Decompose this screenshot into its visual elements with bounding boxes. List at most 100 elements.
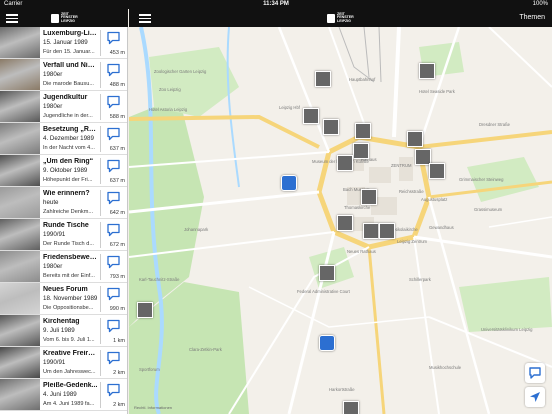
list-item[interactable]: Besetzung „Ru... 4. Dezember 1989 In der N… [0, 123, 127, 155]
list-item[interactable]: Luxemburg-Lie... 15. Januar 1989 Für den 1… [0, 27, 127, 59]
battery-label: 100% [532, 1, 548, 7]
entry-distance: 990 m [109, 306, 125, 312]
list-item[interactable]: Wie erinnern? heute Zahlreiche Denkm... 642… [0, 187, 127, 219]
speech-bubble-icon[interactable] [106, 319, 121, 333]
map-label: Harkortstraße [329, 387, 355, 392]
entry-thumbnail [0, 219, 40, 250]
map-label: Schillerpark [409, 277, 431, 282]
legal-info-link[interactable]: Rechtl. Informationen [134, 405, 172, 410]
map-pin[interactable] [429, 163, 445, 179]
map-pin[interactable] [361, 189, 377, 205]
list-item[interactable]: Runde Tische 1990/91 Der Runde Tisch d... 6… [0, 219, 127, 251]
speech-bubble-icon[interactable] [106, 351, 121, 365]
speech-bubble-logo-icon [51, 13, 59, 23]
map-pin[interactable] [319, 265, 335, 281]
hamburger-menu-icon[interactable] [6, 14, 18, 23]
status-time: 11:34 PM [263, 1, 289, 7]
entry-title: Friedensbeweg... [43, 254, 98, 261]
entry-description: Die Oppositionsbe... [43, 305, 94, 311]
speech-bubble-icon[interactable] [106, 223, 121, 237]
entry-thumbnail [0, 27, 40, 58]
entry-distance: 2 km [113, 370, 125, 376]
entry-date: 1980er [43, 103, 63, 110]
entry-description: Für den 15. Januar... [43, 49, 95, 55]
map-pin[interactable] [315, 71, 331, 87]
entry-thumbnail [0, 91, 40, 122]
list-toggle-button[interactable] [525, 363, 545, 383]
entry-title: Kreative Freiräu... [43, 350, 98, 357]
map-view[interactable]: Zoologischer Garten Leipzig Hotel Astoria… [129, 27, 552, 414]
entry-distance: 2 km [113, 402, 125, 408]
list-item[interactable]: „Um den Ring“ 9. Oktober 1989 Höhepunkt de… [0, 155, 127, 187]
map-pin[interactable] [407, 131, 423, 147]
locate-me-button[interactable] [525, 387, 545, 407]
speech-bubble-icon[interactable] [106, 127, 121, 141]
speech-bubble-icon[interactable] [106, 63, 121, 77]
entry-distance: 642 m [109, 210, 125, 216]
map-label: Johannapark [184, 227, 209, 232]
entry-title: Pleiße-Gedenk... [43, 382, 98, 389]
map-label: Dresdner Straße [479, 122, 510, 127]
themen-button[interactable]: Themen [519, 9, 545, 27]
map-label: Thomaskirche [344, 205, 371, 210]
map-pin[interactable] [303, 108, 319, 124]
map-label: Leipzig Hbf [279, 105, 300, 110]
speech-bubble-icon[interactable] [106, 191, 121, 205]
map-label: Universitätsklinikum Leipzig [481, 327, 533, 332]
map-pin[interactable] [137, 302, 153, 318]
map-pin[interactable] [337, 155, 353, 171]
map-label: Musikhochschule [429, 365, 462, 370]
map-pin[interactable] [379, 223, 395, 239]
entry-date: 1980er [43, 71, 63, 78]
map-pin[interactable] [343, 401, 359, 414]
speech-bubble-icon[interactable] [106, 31, 121, 45]
entry-thumbnail [0, 123, 40, 154]
speech-bubble-icon[interactable] [106, 383, 121, 397]
entry-date: 4. Dezember 1989 [43, 135, 94, 142]
map-pin[interactable] [355, 123, 371, 139]
map-label: Hauptbahnhof [349, 77, 376, 82]
entry-date: 1990/91 [43, 359, 66, 366]
entry-distance: 1 km [113, 338, 125, 344]
zeitfenster-logo-center: ZEIT FENSTER LEIPZIG [327, 12, 354, 24]
list-item[interactable]: Pleiße-Gedenk... 4. Juni 1989 Am 4. Juni 1… [0, 379, 127, 411]
map-label: Clara-Zetkin-Park [189, 347, 222, 352]
entry-description: Vom 6. bis 9. Juli 1... [43, 337, 95, 343]
map-speech-pin[interactable] [319, 335, 335, 351]
entry-date: 1990/91 [43, 231, 66, 238]
speech-bubble-icon[interactable] [106, 255, 121, 269]
map-speech-pin[interactable] [281, 175, 297, 191]
list-item[interactable]: Neues Forum 18. November 1989 Die Oppositi… [0, 283, 127, 315]
map-pin[interactable] [337, 215, 353, 231]
entry-thumbnail [0, 347, 40, 378]
map-pin[interactable] [323, 119, 339, 135]
list-item[interactable]: Kreative Freiräu... 1990/91 Um den Jahresw… [0, 347, 127, 379]
speech-bubble-icon[interactable] [106, 159, 121, 173]
entry-thumbnail [0, 283, 40, 314]
entry-distance: 588 m [109, 114, 125, 120]
list-item[interactable]: Kirchentag 9. Juli 1989 Vom 6. bis 9. Juli… [0, 315, 127, 347]
entry-title: Luxemburg-Lie... [43, 30, 98, 37]
map-pin[interactable] [419, 63, 435, 79]
entry-date: 9. Oktober 1989 [43, 167, 88, 174]
list-item[interactable]: Jugendkultur 1980er Jugendliche in der... 5… [0, 91, 127, 123]
map-pin[interactable] [353, 143, 369, 159]
map-label: Sportforum [139, 367, 160, 372]
speech-bubble-icon[interactable] [106, 287, 121, 301]
entry-distance: 672 m [109, 242, 125, 248]
entry-description: In der Nacht vom 4... [43, 145, 95, 151]
entry-date: 15. Januar 1989 [43, 39, 88, 46]
list-item[interactable]: Friedensbeweg... 1980er Bereits mit der Ei… [0, 251, 127, 283]
list-view-icon[interactable] [139, 14, 151, 23]
zeitfenster-logo: ZEIT FENSTER LEIPZIG [51, 12, 78, 24]
entry-distance: 637 m [109, 178, 125, 184]
speech-bubble-icon [529, 367, 541, 379]
map-pin[interactable] [363, 223, 379, 239]
speech-bubble-icon[interactable] [106, 95, 121, 109]
entry-list[interactable]: Luxemburg-Lie... 15. Januar 1989 Für den 1… [0, 27, 128, 414]
map-label: Augustusplatz [421, 197, 448, 202]
list-item[interactable]: Verfall und Nied... 1980er Die marode Baus… [0, 59, 127, 91]
map-label: Gewandhaus [429, 225, 454, 230]
location-arrow-icon [530, 392, 540, 402]
entry-title: Besetzung „Ru... [43, 126, 98, 133]
